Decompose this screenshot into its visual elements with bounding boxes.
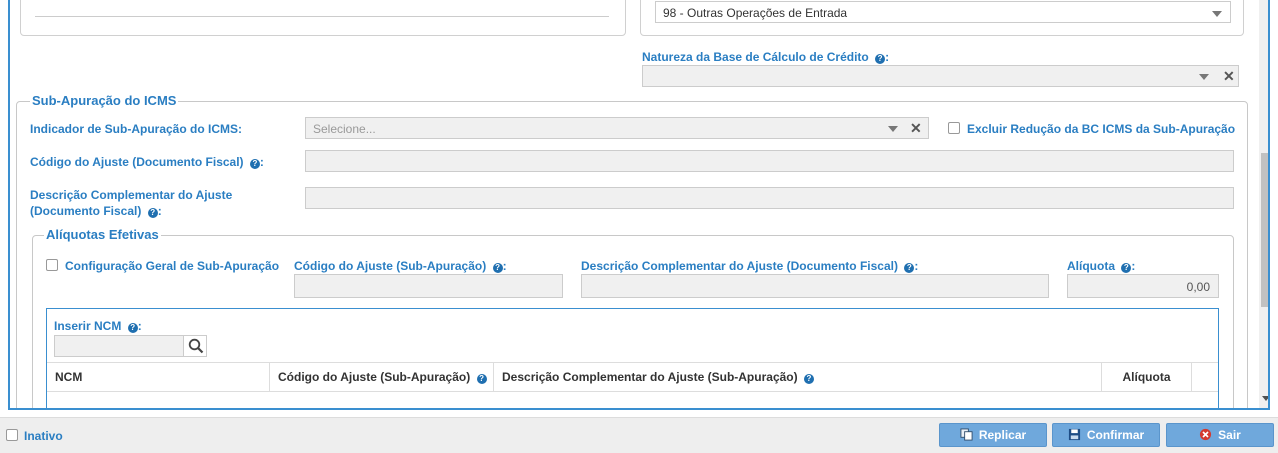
- replicar-label: Replicar: [978, 428, 1027, 442]
- aliquota-label: Alíquota ?:: [1067, 259, 1136, 273]
- help-icon[interactable]: ?: [803, 374, 814, 384]
- cfop-value: 98 - Outras Operações de Entrada: [663, 6, 848, 20]
- ncm-search-input[interactable]: [54, 335, 184, 357]
- help-icon[interactable]: ?: [1121, 263, 1132, 273]
- config-geral-checkbox[interactable]: [46, 259, 58, 271]
- sub-apuracao-legend: Sub-Apuração do ICMS: [30, 93, 179, 108]
- help-icon[interactable]: ?: [904, 263, 915, 273]
- descricao-field[interactable]: [305, 187, 1234, 209]
- scroll-down-icon[interactable]: [1262, 396, 1268, 401]
- chevron-down-icon[interactable]: [888, 126, 898, 132]
- help-icon[interactable]: ?: [476, 374, 487, 384]
- config-geral-label[interactable]: Configuração Geral de Sub-Apuração: [65, 259, 279, 273]
- natureza-select[interactable]: ✕: [642, 65, 1239, 87]
- cfop-select[interactable]: 98 - Outras Operações de Entrada: [655, 1, 1231, 23]
- search-icon: [188, 338, 204, 354]
- form-panel: 98 - Outras Operações de Entrada Naturez…: [8, 0, 1270, 410]
- help-icon[interactable]: ?: [127, 323, 138, 333]
- excluir-checkbox[interactable]: [948, 122, 960, 134]
- confirmar-label: Confirmar: [1086, 428, 1145, 442]
- chevron-down-icon[interactable]: [1212, 11, 1222, 17]
- save-icon: [1068, 428, 1080, 441]
- descricao-doc-label: Descrição Complementar do Ajuste (Docume…: [581, 259, 919, 273]
- scrollbar-thumb[interactable]: [1261, 153, 1268, 307]
- sair-button[interactable]: Sair: [1166, 423, 1274, 447]
- th-descricao[interactable]: Descrição Complementar do Ajuste (Sub-Ap…: [494, 362, 1102, 392]
- codigo-sub-label: Código do Ajuste (Sub-Apuração) ?:: [294, 259, 507, 273]
- help-icon[interactable]: ?: [492, 263, 503, 273]
- codigo-ajuste-field[interactable]: [305, 150, 1234, 172]
- top-left-card: [20, 0, 626, 36]
- aliquota-value: 0,00: [1186, 280, 1210, 294]
- natureza-label: Natureza da Base de Cálculo de Crédito ?…: [642, 50, 890, 64]
- descricao-doc-field[interactable]: [581, 274, 1049, 298]
- close-circle-icon: [1200, 428, 1212, 441]
- th-codigo-ajuste[interactable]: Código do Ajuste (Sub-Apuração) ?: [270, 362, 494, 392]
- clear-icon[interactable]: ✕: [910, 121, 922, 135]
- ncm-search-button[interactable]: [183, 335, 207, 357]
- indicador-placeholder: Selecione...: [313, 122, 376, 136]
- indicador-select[interactable]: Selecione... ✕: [305, 117, 929, 139]
- help-icon[interactable]: ?: [875, 54, 886, 64]
- indicador-label: Indicador de Sub-Apuração do ICMS:: [30, 122, 243, 136]
- codigo-sub-field[interactable]: [294, 274, 563, 298]
- aliquota-field[interactable]: 0,00: [1067, 274, 1219, 298]
- copy-icon: [960, 428, 973, 441]
- th-aliquota[interactable]: Alíquota: [1102, 362, 1192, 392]
- codigo-ajuste-label: Código do Ajuste (Documento Fiscal) ?:: [30, 155, 264, 169]
- inativo-checkbox[interactable]: [6, 429, 18, 441]
- aliquotas-legend: Alíquotas Efetivas: [44, 227, 161, 242]
- top-left-inner-field[interactable]: [35, 0, 609, 17]
- top-right-card: 98 - Outras Operações de Entrada: [640, 0, 1244, 36]
- clear-icon[interactable]: ✕: [1223, 69, 1235, 83]
- descricao-label: Descrição Complementar do Ajuste (Docume…: [30, 188, 233, 218]
- ncm-panel: Inserir NCM ?:: [46, 308, 1219, 408]
- inserir-ncm-label: Inserir NCM ?:: [54, 319, 142, 333]
- sair-label: Sair: [1218, 428, 1241, 442]
- chevron-down-icon[interactable]: [1199, 74, 1209, 80]
- inativo-label[interactable]: Inativo: [24, 429, 63, 443]
- confirmar-button[interactable]: Confirmar: [1052, 423, 1160, 447]
- help-icon[interactable]: ?: [249, 159, 260, 169]
- help-icon[interactable]: ?: [147, 208, 158, 218]
- th-ncm[interactable]: NCM: [47, 362, 270, 392]
- replicar-button[interactable]: Replicar: [939, 423, 1047, 447]
- excluir-label[interactable]: Excluir Redução da BC ICMS da Sub-Apuraç…: [967, 122, 1235, 136]
